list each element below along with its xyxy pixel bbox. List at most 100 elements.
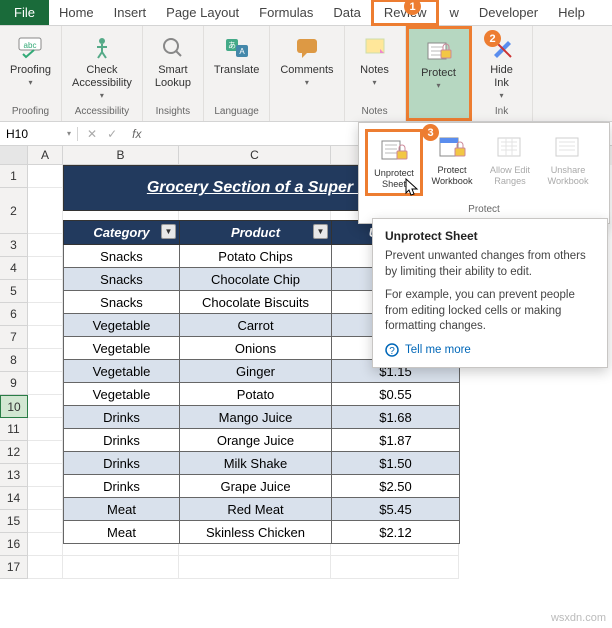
table-cell[interactable]: Potato	[180, 383, 332, 406]
tab-home[interactable]: Home	[49, 0, 104, 25]
row-header[interactable]: 5	[0, 280, 28, 303]
protect-button[interactable]: Protect	[415, 33, 463, 93]
table-cell[interactable]: Drinks	[64, 406, 180, 429]
table-cell[interactable]: Meat	[64, 498, 180, 521]
row-header[interactable]: 7	[0, 326, 28, 349]
tab-data[interactable]: Data	[323, 0, 370, 25]
row-header[interactable]: 13	[0, 464, 28, 487]
row-header[interactable]: 9	[0, 372, 28, 395]
row-header[interactable]: 11	[0, 418, 28, 441]
row-header[interactable]: 14	[0, 487, 28, 510]
table-cell[interactable]: Orange Juice	[180, 429, 332, 452]
proofing-button[interactable]: abc Proofing	[6, 30, 55, 90]
table-cell[interactable]: Vegetable	[64, 383, 180, 406]
table-cell[interactable]: $1.87	[332, 429, 460, 452]
table-cell[interactable]: Drinks	[64, 452, 180, 475]
row-header[interactable]: 17	[0, 556, 28, 579]
check-accessibility-button[interactable]: Check Accessibility	[68, 30, 136, 103]
cell[interactable]	[28, 533, 63, 556]
table-cell[interactable]: $2.12	[332, 521, 460, 544]
cell[interactable]	[331, 556, 459, 579]
cell[interactable]	[28, 510, 63, 533]
cell[interactable]	[63, 556, 179, 579]
cell[interactable]	[28, 280, 63, 303]
table-cell[interactable]: Grape Juice	[180, 475, 332, 498]
column-header[interactable]: C	[179, 146, 331, 165]
table-cell[interactable]: Vegetable	[64, 337, 180, 360]
row-header[interactable]: 1	[0, 165, 28, 188]
table-cell[interactable]: Snacks	[64, 291, 180, 314]
tab-page-layout[interactable]: Page Layout	[156, 0, 249, 25]
group-protect-label	[437, 101, 440, 116]
cell[interactable]	[28, 349, 63, 372]
tab-insert[interactable]: Insert	[104, 0, 157, 25]
filter-dropdown-icon[interactable]: ▼	[313, 224, 328, 239]
row-header[interactable]: 8	[0, 349, 28, 372]
cell[interactable]	[28, 487, 63, 510]
row-header[interactable]: 16	[0, 533, 28, 556]
table-cell[interactable]: $1.50	[332, 452, 460, 475]
row-header[interactable]: 15	[0, 510, 28, 533]
table-cell[interactable]: $1.68	[332, 406, 460, 429]
cell[interactable]	[28, 395, 63, 418]
table-cell[interactable]: Mango Juice	[180, 406, 332, 429]
select-all-corner[interactable]	[0, 146, 28, 165]
protect-dropdown-panel: Unprotect Sheet Protect Workbook Allow E…	[358, 122, 610, 224]
table-cell[interactable]: Vegetable	[64, 314, 180, 337]
table-cell[interactable]: Ginger	[180, 360, 332, 383]
filter-dropdown-icon[interactable]: ▼	[161, 224, 176, 239]
table-cell[interactable]: $5.45	[332, 498, 460, 521]
row-header[interactable]: 4	[0, 257, 28, 280]
fx-label[interactable]: fx	[126, 127, 147, 141]
table-cell[interactable]: Milk Shake	[180, 452, 332, 475]
table-header[interactable]: Category▼	[64, 221, 180, 245]
tab-formulas[interactable]: Formulas	[249, 0, 323, 25]
row-header[interactable]: 3	[0, 234, 28, 257]
cell[interactable]	[28, 303, 63, 326]
tab-file[interactable]: File	[0, 0, 49, 25]
table-cell[interactable]: $0.55	[332, 383, 460, 406]
table-cell[interactable]: Vegetable	[64, 360, 180, 383]
cell[interactable]	[28, 556, 63, 579]
tell-me-more-link[interactable]: ? Tell me more	[385, 343, 595, 357]
cell[interactable]	[28, 372, 63, 395]
table-cell[interactable]: Snacks	[64, 268, 180, 291]
cell[interactable]	[28, 165, 63, 188]
cell[interactable]	[28, 418, 63, 441]
tab-help[interactable]: Help	[548, 0, 595, 25]
table-cell[interactable]: Drinks	[64, 475, 180, 498]
cell[interactable]	[179, 556, 331, 579]
table-header[interactable]: Product▼	[180, 221, 332, 245]
comments-button[interactable]: Comments	[276, 30, 337, 90]
notes-button[interactable]: Notes	[351, 30, 399, 90]
column-header[interactable]: A	[28, 146, 63, 165]
unprotect-sheet-button[interactable]: Unprotect Sheet	[365, 129, 423, 196]
table-cell[interactable]: Chocolate Biscuits	[180, 291, 332, 314]
cell[interactable]	[28, 188, 63, 234]
cell[interactable]	[28, 234, 63, 257]
cell[interactable]	[28, 257, 63, 280]
table-cell[interactable]: Carrot	[180, 314, 332, 337]
table-cell[interactable]: Meat	[64, 521, 180, 544]
table-cell[interactable]: Red Meat	[180, 498, 332, 521]
row-header[interactable]: 12	[0, 441, 28, 464]
row-header[interactable]: 10	[0, 395, 28, 418]
table-cell[interactable]: Onions	[180, 337, 332, 360]
row-header[interactable]: 2	[0, 188, 28, 234]
translate-button[interactable]: あA Translate	[210, 30, 263, 79]
table-cell[interactable]: Chocolate Chip	[180, 268, 332, 291]
name-box[interactable]: H10	[0, 127, 78, 141]
cell[interactable]	[28, 464, 63, 487]
cell[interactable]	[28, 326, 63, 349]
row-header[interactable]: 6	[0, 303, 28, 326]
column-header[interactable]: B	[63, 146, 179, 165]
smart-lookup-button[interactable]: Smart Lookup	[149, 30, 197, 92]
table-cell[interactable]: Potato Chips	[180, 245, 332, 268]
table-cell[interactable]: $2.50	[332, 475, 460, 498]
tab-developer[interactable]: Developer	[469, 0, 548, 25]
table-cell[interactable]: Snacks	[64, 245, 180, 268]
cell[interactable]	[28, 441, 63, 464]
table-cell[interactable]: Skinless Chicken	[180, 521, 332, 544]
table-cell[interactable]: Drinks	[64, 429, 180, 452]
tab-view[interactable]: w	[439, 0, 468, 25]
